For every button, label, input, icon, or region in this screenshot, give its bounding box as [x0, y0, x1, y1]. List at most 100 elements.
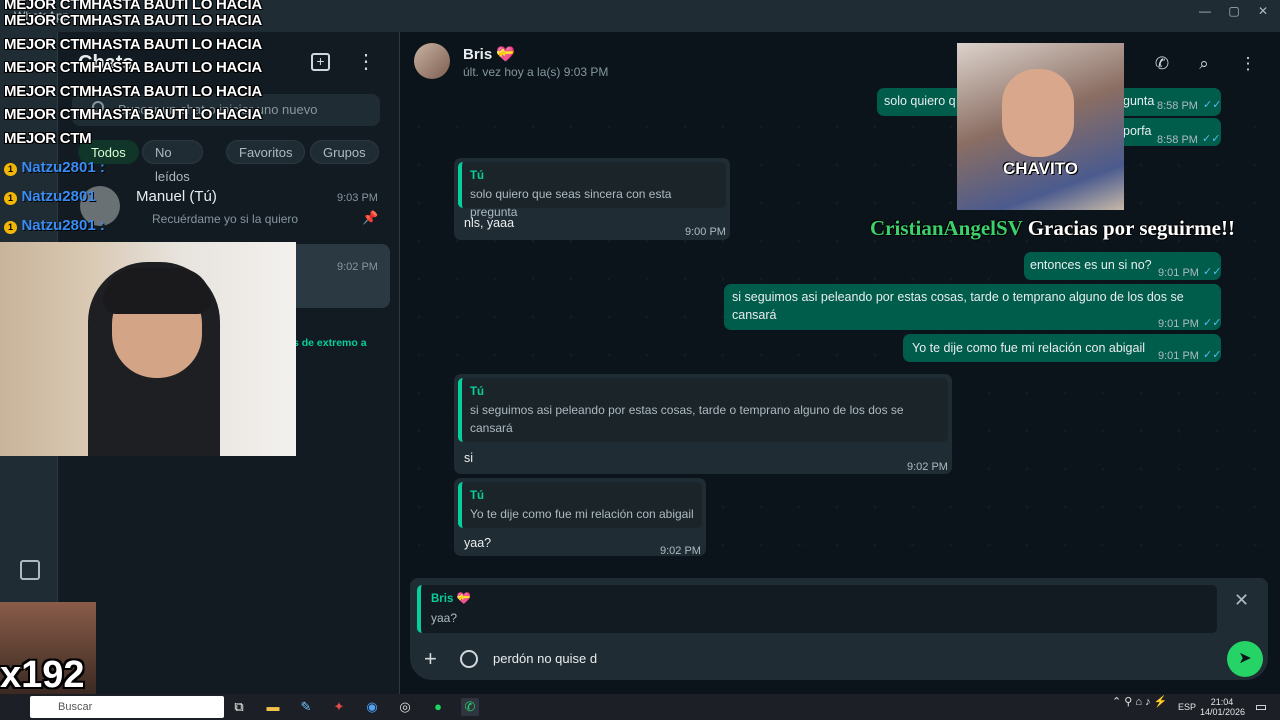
pin-icon: 📌: [362, 210, 379, 225]
message-time: 9:01 PM: [1158, 318, 1199, 330]
message-time: 8:58 PM: [1157, 100, 1198, 112]
sub-badge-icon: 1: [4, 221, 17, 234]
task-view-icon[interactable]: ⧉: [230, 698, 248, 716]
message-text: si seguimos asi peleando por estas cosas…: [732, 290, 1184, 322]
overlay-username: Natzu2801 :: [21, 217, 105, 234]
sub-badge-icon: 1: [4, 192, 17, 205]
message-text-tail: gunta: [1123, 94, 1155, 108]
close-window-button[interactable]: ✕: [1246, 0, 1280, 24]
filter-unread[interactable]: No leídos: [142, 140, 203, 184]
chat-overlay-line: MEJOR CTMHASTA BAUTI LO HACIA: [4, 59, 262, 76]
message-time: 9:00 PM: [685, 226, 726, 238]
filter-favorites[interactable]: Favoritos: [226, 140, 306, 164]
chat-overlay-line: MEJOR CTMHASTA BAUTI LO HACIA: [4, 36, 262, 53]
message-out-3[interactable]: entonces es un si no? 9:01 PM ✓✓: [1024, 252, 1221, 280]
quoted-author: Tú: [470, 490, 485, 502]
chat-overlay-line: MEJOR CTM: [4, 130, 92, 147]
message-in-1[interactable]: Tú solo quiero que seas sincera con esta…: [454, 158, 730, 240]
message-time: 9:02 PM: [907, 461, 948, 473]
overlay-user-row: 1 Natzu2801 :: [4, 159, 105, 177]
obs-icon[interactable]: ◎: [396, 698, 414, 716]
read-ticks-icon: ✓✓: [1203, 349, 1222, 361]
quoted-message[interactable]: Tú solo quiero que seas sincera con esta…: [458, 162, 726, 219]
spotify-icon[interactable]: ●: [429, 698, 447, 716]
chat-overlay-line: MEJOR CTMHASTA BAUTI LO HACIA: [4, 83, 262, 100]
notepad-icon[interactable]: ✎: [297, 698, 315, 716]
quoted-message[interactable]: Tú Yo te dije como fue mi relación con a…: [458, 482, 702, 528]
cancel-reply-icon[interactable]: ✕: [1234, 590, 1249, 611]
message-in-3[interactable]: Tú Yo te dije como fue mi relación con a…: [454, 478, 706, 557]
follower-alert-text: CristianAngelSV Gracias por seguirme!!: [870, 216, 1235, 241]
overlay-username: Natzu2801 :: [21, 159, 105, 176]
send-button[interactable]: ➤: [1227, 641, 1263, 677]
quoted-text: Yo te dije como fue mi relación con abig…: [470, 507, 694, 521]
contact-name[interactable]: Bris 💝: [463, 45, 515, 63]
reply-quote: [417, 585, 1217, 633]
new-chat-icon[interactable]: +: [311, 53, 330, 71]
follower-message: Gracias por seguirme!!: [1027, 216, 1235, 240]
contact-avatar[interactable]: [414, 43, 450, 79]
read-ticks-icon: ✓✓: [1203, 99, 1222, 111]
call-icon[interactable]: ✆: [1150, 54, 1174, 74]
overlay-username: Natzu2801: [21, 188, 96, 205]
quoted-author: Tú: [470, 386, 485, 398]
attach-icon[interactable]: +: [424, 646, 437, 672]
quoted-text: si seguimos asi peleando por estas cosas…: [470, 403, 904, 435]
quoted-message[interactable]: Tú si seguimos asi peleando por estas co…: [458, 378, 948, 442]
language-indicator[interactable]: ESP: [1178, 702, 1196, 712]
read-ticks-icon: ✓✓: [1202, 133, 1221, 145]
chrome-icon[interactable]: ◉: [363, 698, 381, 716]
sticker-emoji-icon[interactable]: [460, 650, 478, 668]
sub-badge-icon: 1: [4, 163, 17, 176]
overlay-user-row: 1 Natzu2801 :: [4, 217, 105, 235]
follower-alert-image: CHAVITO: [957, 43, 1124, 210]
message-text: solo quiero q: [884, 94, 956, 108]
message-text: Yo te dije como fue mi relación con abig…: [912, 341, 1146, 355]
taskbar-search[interactable]: Buscar: [30, 696, 224, 718]
file-explorer-icon[interactable]: ▬: [264, 698, 282, 716]
message-text: nls, yaaa: [464, 216, 515, 230]
message-input[interactable]: perdón no quise d: [493, 651, 597, 666]
child-face: [1002, 69, 1074, 157]
clock-date: 14/01/2026: [1200, 707, 1246, 717]
search-messages-icon[interactable]: ⌕: [1192, 54, 1216, 74]
message-out-4[interactable]: si seguimos asi peleando por estas cosas…: [724, 284, 1221, 330]
quoted-author: Tú: [470, 170, 485, 182]
chat-time: 9:03 PM: [337, 192, 378, 204]
message-time: 9:01 PM: [1158, 350, 1199, 362]
overlay-user-row: 1 Natzu2801: [4, 188, 96, 206]
webcam-overlay: [0, 242, 296, 456]
chat-preview: Recuérdame yo si la quiero: [152, 212, 299, 226]
chat-name[interactable]: Manuel (Tú): [136, 188, 217, 205]
message-out-5[interactable]: Yo te dije como fue mi relación con abig…: [903, 334, 1221, 362]
message-text: entonces es un si no?: [1030, 258, 1152, 272]
clock-time: 21:04: [1210, 697, 1234, 707]
chat-row-time: 9:02 PM: [337, 261, 378, 273]
app-icon[interactable]: ✦: [330, 698, 348, 716]
menu-icon[interactable]: ⋮: [356, 52, 376, 72]
reply-text: yaa?: [431, 611, 458, 625]
last-seen: últ. vez hoy a la(s) 9:03 PM: [463, 65, 609, 79]
message-time: 9:02 PM: [660, 545, 701, 557]
encryption-notice: s de extremo a: [293, 337, 367, 349]
tray-icons[interactable]: ⌃ ⚲ ⌂ ♪ ⚡: [1112, 697, 1167, 708]
clock[interactable]: 21:04 14/01/2026: [1200, 697, 1246, 717]
message-time: 8:58 PM: [1157, 134, 1198, 146]
conversation-header: [400, 32, 1280, 92]
chat-menu-icon[interactable]: ⋮: [1236, 54, 1260, 74]
notifications-icon[interactable]: ▭: [1252, 698, 1270, 716]
message-in-2[interactable]: Tú si seguimos asi peleando por estas co…: [454, 374, 952, 474]
emote-combo-counter: x192: [0, 654, 85, 696]
message-text: yaa?: [464, 536, 492, 550]
person-hair: [103, 268, 211, 314]
message-time: 9:01 PM: [1158, 267, 1199, 279]
read-ticks-icon: ✓✓: [1203, 266, 1222, 278]
filter-groups[interactable]: Grupos: [310, 140, 379, 164]
follower-alert-label: CHAVITO: [1003, 159, 1078, 178]
whatsapp-icon[interactable]: ✆: [461, 698, 479, 716]
follower-name: CristianAngelSV: [870, 216, 1023, 240]
message-text: si: [464, 451, 474, 465]
message-out-2[interactable]: porfa 8:58 PM ✓✓: [1114, 118, 1221, 146]
media-icon[interactable]: [20, 560, 40, 580]
chat-overlay-line: MEJOR CTMHASTA BAUTI LO HACIA: [4, 12, 262, 29]
